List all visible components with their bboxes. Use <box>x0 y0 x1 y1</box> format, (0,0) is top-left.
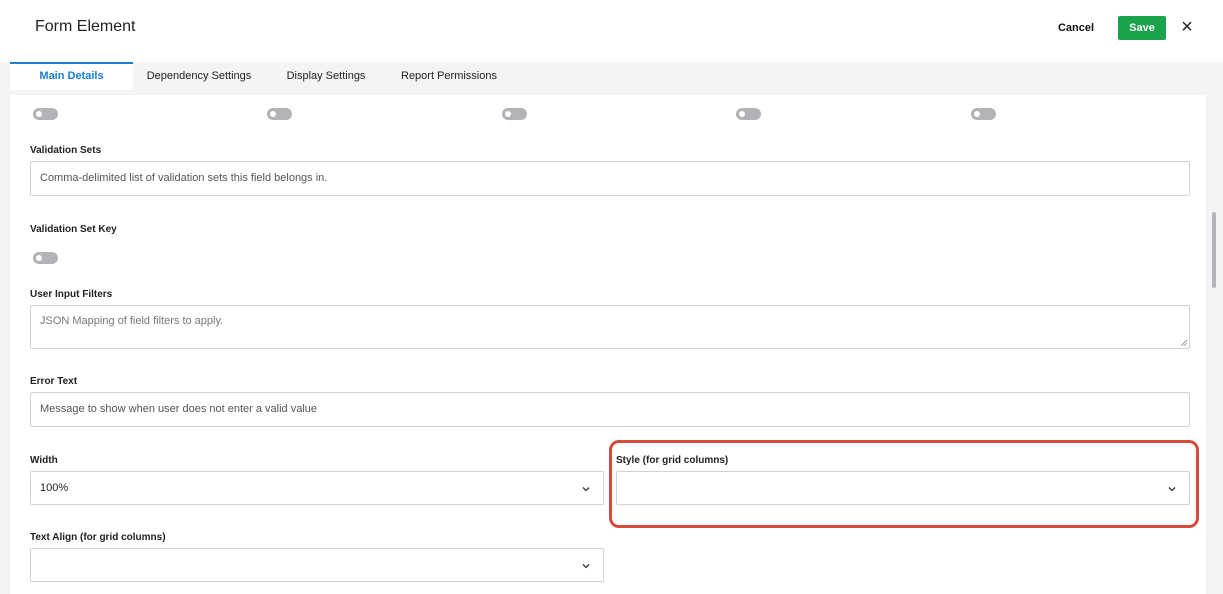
close-icon[interactable]: × <box>1176 16 1198 40</box>
chevron-down-icon <box>582 487 590 492</box>
tab-dependency-settings[interactable]: Dependency Settings <box>136 62 262 90</box>
toggle-switch-1[interactable] <box>33 108 58 120</box>
page-title: Form Element <box>35 18 136 35</box>
toggle-knob <box>974 111 980 117</box>
user-input-filters-label: User Input Filters <box>30 289 113 300</box>
resize-grip-icon[interactable] <box>1181 340 1187 346</box>
scrollbar-thumb[interactable] <box>1212 212 1216 288</box>
validation-sets-label: Validation Sets <box>30 145 102 156</box>
toggle-switch-3[interactable] <box>502 108 527 120</box>
tab-report-permissions[interactable]: Report Permissions <box>392 62 506 90</box>
style-label: Style (for grid columns) <box>616 455 729 466</box>
toggle-knob <box>505 111 511 117</box>
toggle-switch-5[interactable] <box>971 108 996 120</box>
tab-bar: Main Details Dependency Settings Display… <box>0 62 1223 95</box>
toggle-switch-2[interactable] <box>267 108 292 120</box>
error-text-input[interactable]: Message to show when user does not enter… <box>30 392 1190 427</box>
toggle-knob <box>739 111 745 117</box>
validation-set-key-label: Validation Set Key <box>30 224 117 235</box>
toggle-knob <box>36 111 42 117</box>
text-align-select[interactable] <box>30 548 604 582</box>
width-select[interactable]: 100% <box>30 471 604 505</box>
save-button[interactable]: Save <box>1118 16 1166 40</box>
toggle-knob <box>270 111 276 117</box>
text-align-label: Text Align (for grid columns) <box>30 532 166 543</box>
style-select[interactable] <box>616 471 1190 505</box>
modal-header: Form Element Cancel Save × <box>0 0 1223 62</box>
width-label: Width <box>30 455 58 466</box>
chevron-down-icon <box>582 564 590 569</box>
tab-display-settings[interactable]: Display Settings <box>276 62 376 90</box>
toggle-switch-4[interactable] <box>736 108 761 120</box>
user-input-filters-textarea[interactable]: JSON Mapping of field filters to apply. <box>30 305 1190 349</box>
toggle-knob <box>36 255 42 261</box>
error-text-label: Error Text <box>30 376 78 387</box>
width-select-value: 100% <box>40 482 69 494</box>
scrollbar-track[interactable] <box>1206 95 1223 594</box>
chevron-down-icon <box>1168 487 1176 492</box>
validation-set-key-toggle[interactable] <box>33 252 58 264</box>
user-input-filters-placeholder: JSON Mapping of field filters to apply. <box>40 315 224 327</box>
cancel-button[interactable]: Cancel <box>1050 16 1102 40</box>
validation-sets-input[interactable]: Comma-delimited list of validation sets … <box>30 161 1190 196</box>
tab-main-details[interactable]: Main Details <box>10 62 133 90</box>
